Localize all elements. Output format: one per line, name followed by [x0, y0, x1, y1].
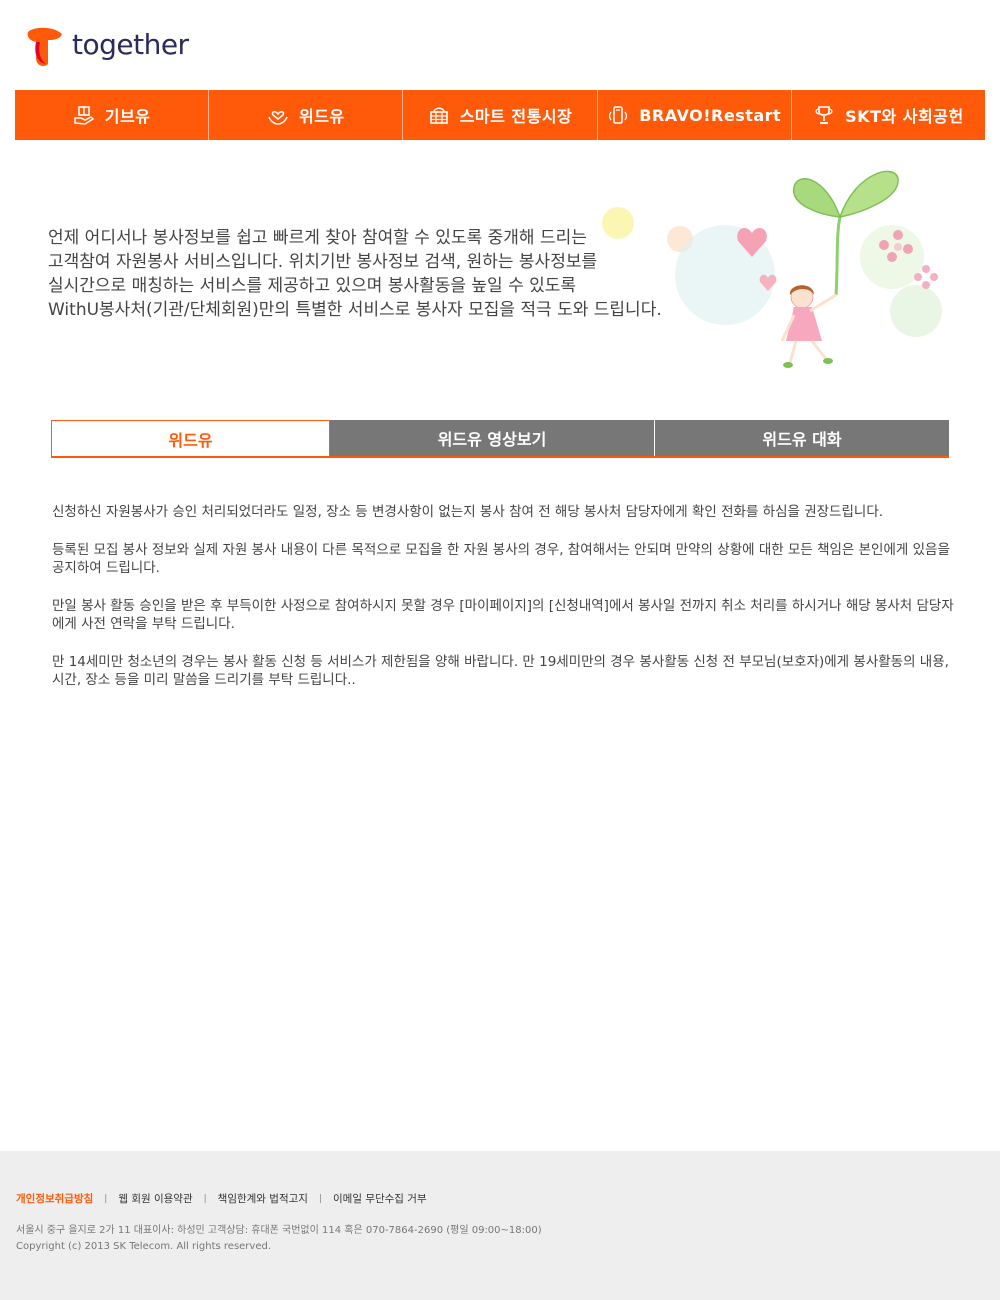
email-collection-refusal-link[interactable]: 이메일 무단수집 거부 — [333, 1191, 427, 1206]
nav-label: 기브유 — [104, 107, 151, 126]
nav-label: 스마트 전통시장 — [459, 107, 573, 126]
heart-hands-icon — [267, 104, 289, 126]
divider: | — [104, 1193, 108, 1204]
gift-hand-icon — [73, 104, 95, 126]
tab-withu-talk[interactable]: 위드유 대화 — [655, 420, 949, 456]
notice-paragraph: 만 14세미만 청소년의 경우는 봉사 활동 신청 등 서비스가 제한됨을 양해… — [52, 654, 949, 688]
girl-with-leaf-illustration — [600, 165, 960, 385]
divider: | — [318, 1193, 322, 1204]
divider: | — [203, 1193, 207, 1204]
nav-item-giveu[interactable]: 기브유 — [15, 90, 210, 140]
notice-section: 신청하신 자원봉사가 승인 처리되었더라도 일정, 장소 등 변경사항이 없는지… — [52, 503, 964, 709]
nav-item-withu[interactable]: 위드유 — [209, 90, 404, 140]
copyright: Copyright (c) 2013 SK Telecom. All right… — [16, 1241, 272, 1252]
footer-links: 개인정보취급방침 | 웹 회원 이용약관 | 책임한계와 법적고지 | 이메일 … — [16, 1191, 427, 1206]
trophy-icon — [813, 104, 835, 126]
nav-label: BRAVO!Restart — [639, 105, 782, 125]
notice-paragraph: 만일 봉사 활동 승인을 받은 후 부득이한 사정으로 참여하시지 못할 경우 … — [52, 598, 954, 632]
t-logo-icon — [27, 27, 62, 66]
mobile-phone-icon — [607, 104, 629, 126]
privacy-policy-link[interactable]: 개인정보취급방침 — [16, 1191, 93, 1206]
nav-item-smart-market[interactable]: 스마트 전통시장 — [403, 90, 598, 140]
nav-item-skt-csr[interactable]: SKT와 사회공헌 — [792, 90, 985, 140]
nav-label: 위드유 — [298, 107, 345, 126]
company-address: 서울시 중구 을지로 2가 11 대표이사: 하성민 고객상담: 휴대폰 국번없… — [16, 1225, 542, 1236]
header: together — [0, 0, 1000, 90]
basket-icon — [428, 104, 450, 126]
notice-paragraph: 등록된 모집 봉사 정보와 실제 자원 봉사 내용이 다른 목적으로 모집을 한… — [52, 542, 950, 576]
terms-of-use-link[interactable]: 웹 회원 이용약관 — [118, 1191, 192, 1206]
notice-paragraph: 신청하신 자원봉사가 승인 처리되었더라도 일정, 장소 등 변경사항이 없는지… — [52, 504, 884, 520]
tab-withu-video[interactable]: 위드유 영상보기 — [330, 420, 655, 456]
main-navigation: 기브유 위드유 스마트 전통시장 BRAVO!Restart SKT와 사회공헌 — [15, 90, 985, 140]
content-tabs: 위드유 위드유 영상보기 위드유 대화 — [51, 420, 949, 458]
nav-label: SKT와 사회공헌 — [845, 107, 964, 126]
tab-withu[interactable]: 위드유 — [51, 420, 330, 456]
footer: 개인정보취급방침 | 웹 회원 이용약관 | 책임한계와 법적고지 | 이메일 … — [0, 1151, 1000, 1300]
nav-item-bravo-restart[interactable]: BRAVO!Restart — [598, 90, 792, 140]
company-info: 서울시 중구 을지로 2가 11 대표이사: 하성민 고객상담: 휴대폰 국번없… — [16, 1223, 542, 1255]
logo-text: together — [72, 27, 189, 61]
legal-notice-link[interactable]: 책임한계와 법적고지 — [218, 1191, 308, 1206]
together-logo[interactable]: together — [24, 24, 189, 68]
